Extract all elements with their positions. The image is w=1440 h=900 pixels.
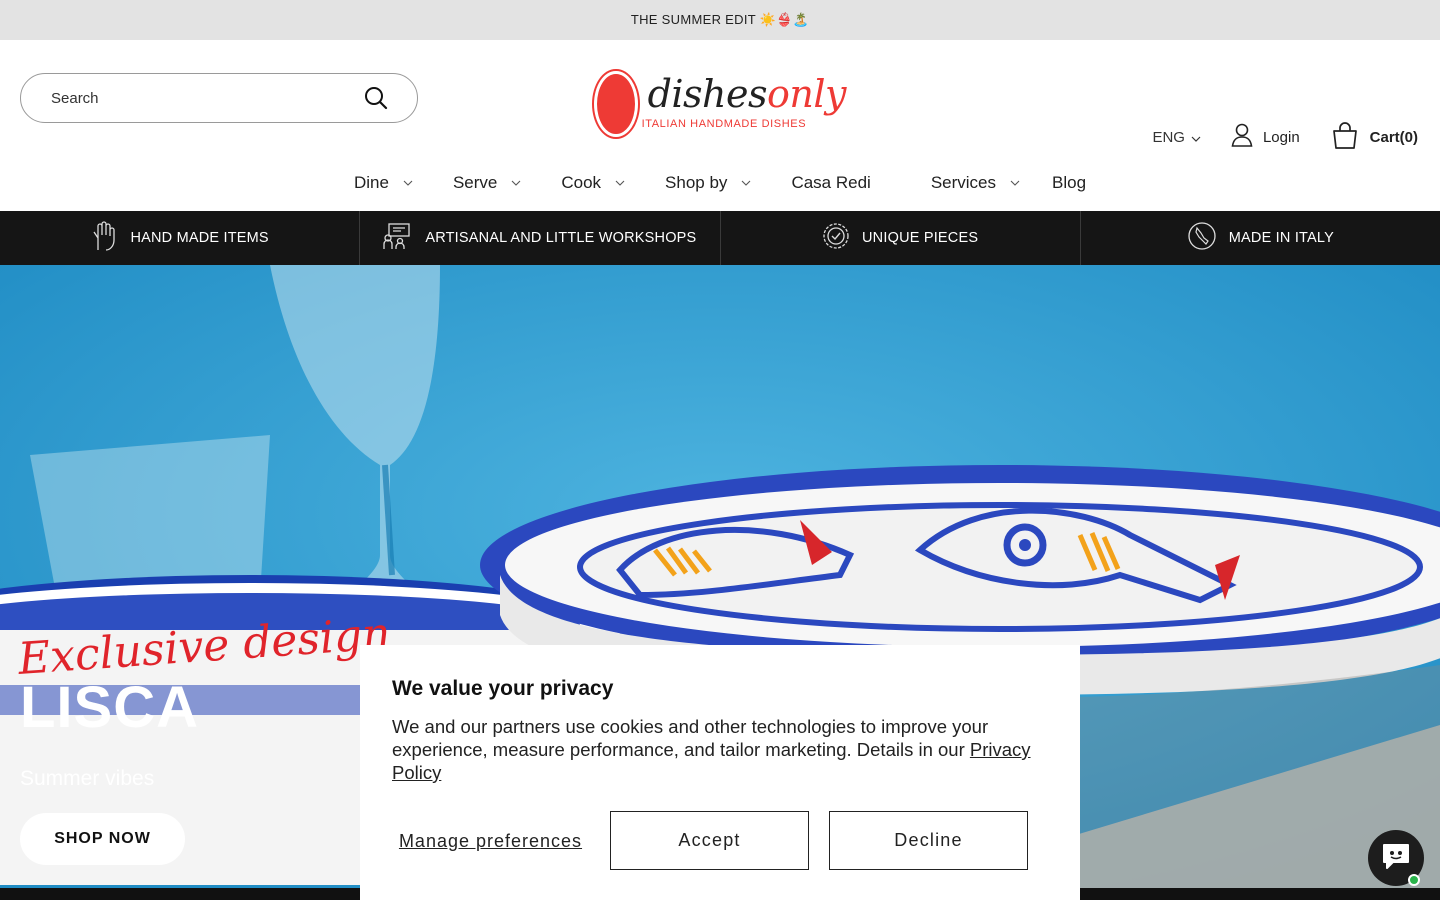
cookie-title: We value your privacy	[392, 677, 614, 700]
nav-item-label: Shop by	[665, 173, 728, 192]
hand-icon	[90, 220, 118, 256]
chevron-down-icon	[1191, 129, 1201, 146]
workshop-icon	[383, 222, 413, 254]
chevron-down-icon	[511, 180, 521, 186]
nav-item-dine[interactable]: Dine	[354, 155, 413, 211]
user-icon	[1231, 123, 1253, 151]
nav-item-label: Blog	[1052, 173, 1087, 192]
language-label: ENG	[1152, 128, 1185, 146]
chevron-down-icon	[403, 180, 413, 186]
chat-bubble-icon	[1381, 842, 1411, 875]
nav-item-label: Casa Redi	[791, 173, 871, 192]
main-nav: Dine Serve Cook Shop by Casa Redi Servic…	[0, 155, 1440, 211]
announcement-text: THE SUMMER EDIT ☀️👙🏝️	[630, 12, 810, 27]
announcement-bar: THE SUMMER EDIT ☀️👙🏝️	[0, 0, 1440, 40]
search-input[interactable]	[51, 89, 363, 107]
nav-item-label: Services	[930, 173, 996, 192]
chat-launcher-button[interactable]	[1368, 830, 1424, 886]
shop-now-button[interactable]: SHOP NOW	[20, 813, 185, 865]
cart-link[interactable]: Cart(0)	[1330, 120, 1418, 154]
nav-item-casa-redi[interactable]: Casa Redi	[791, 155, 870, 211]
feature-label: MADE IN ITALY	[1228, 230, 1334, 246]
cookie-actions: Manage preferences Accept Decline	[392, 811, 1048, 870]
logo-wordmark: dishesonly	[647, 72, 847, 116]
manage-preferences-button[interactable]: Manage preferences	[392, 831, 589, 851]
cart-label: Cart(0)	[1369, 128, 1418, 146]
badge-check-icon	[822, 222, 850, 254]
cookie-consent-dialog: We value your privacy We and our partner…	[360, 645, 1080, 900]
nav-item-serve[interactable]: Serve	[453, 155, 521, 211]
online-status-dot	[1408, 874, 1420, 886]
chevron-down-icon	[1010, 180, 1020, 186]
search-icon[interactable]	[363, 85, 389, 111]
nav-item-label: Serve	[452, 173, 498, 192]
language-selector[interactable]: ENG	[1152, 129, 1201, 146]
logo-tagline: ITALIAN HANDMADE DISHES	[641, 118, 807, 130]
feature-label: HAND MADE ITEMS	[130, 230, 269, 246]
feature-workshops: ARTISANAL AND LITTLE WORKSHOPS	[360, 211, 721, 265]
header-actions: ENG Login Cart(0)	[1152, 120, 1418, 154]
hero-subtitle: Summer vibes	[20, 767, 155, 790]
login-link[interactable]: Login	[1231, 123, 1300, 151]
feature-handmade: HAND MADE ITEMS	[0, 211, 361, 265]
italy-icon	[1187, 221, 1217, 255]
feature-unique: UNIQUE PIECES	[721, 211, 1081, 265]
site-header: dishesonly ITALIAN HANDMADE DISHES ENG L…	[0, 40, 1440, 155]
nav-item-label: Dine	[353, 173, 389, 192]
nav-item-shop-by[interactable]: Shop by	[665, 155, 751, 211]
nav-item-blog[interactable]: Blog	[1052, 155, 1086, 211]
site-logo[interactable]: dishesonly ITALIAN HANDMADE DISHES	[594, 68, 846, 148]
logo-circle-icon	[594, 71, 638, 137]
nav-item-cook[interactable]: Cook	[561, 155, 625, 211]
feature-made-in-italy: MADE IN ITALY	[1081, 211, 1440, 265]
feature-label: ARTISANAL AND LITTLE WORKSHOPS	[425, 230, 697, 246]
accept-button[interactable]: Accept	[610, 811, 809, 870]
chevron-down-icon	[741, 180, 751, 186]
logo-word-b: only	[767, 72, 846, 116]
nav-item-label: Cook	[561, 173, 602, 192]
decline-button[interactable]: Decline	[829, 811, 1028, 870]
cookie-body-text: We and our partners use cookies and othe…	[392, 716, 989, 760]
feature-label: UNIQUE PIECES	[862, 230, 979, 246]
nav-item-services[interactable]: Services	[931, 155, 1020, 211]
cookie-body: We and our partners use cookies and othe…	[392, 715, 1032, 784]
shopping-bag-icon	[1330, 120, 1360, 154]
chevron-down-icon	[615, 180, 625, 186]
hero-title: LISCA	[20, 675, 199, 740]
login-label: Login	[1262, 128, 1300, 146]
logo-word-a: dishes	[647, 72, 768, 116]
search-box[interactable]	[20, 73, 418, 123]
hero-text: Exclusive design LISCA Summer vibes SHOP…	[16, 608, 393, 865]
features-bar: HAND MADE ITEMS ARTISANAL AND LITTLE WOR…	[0, 211, 1440, 265]
